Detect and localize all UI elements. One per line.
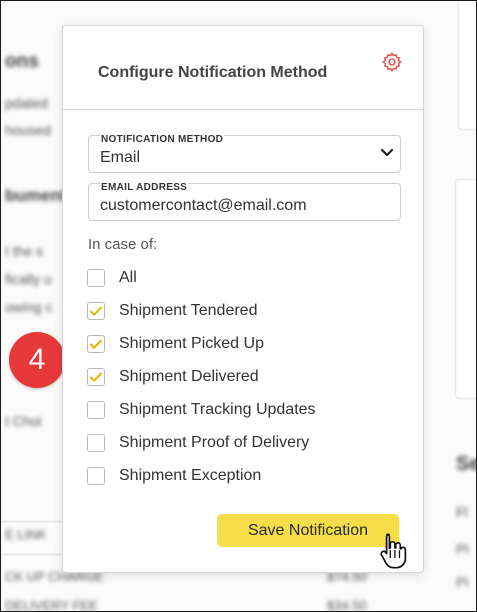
notification-method-label: NOTIFICATION METHOD	[100, 134, 225, 145]
background-text: I the s	[5, 243, 44, 259]
app-frame: ons pdated housed bument I the s fically…	[0, 0, 477, 612]
option-all[interactable]: All	[87, 267, 137, 289]
background-divider	[1, 521, 63, 522]
background-text: Pl	[456, 541, 469, 557]
option-shipment-exception[interactable]: Shipment Exception	[87, 465, 261, 487]
email-address-value: customercontact@email.com	[100, 197, 307, 214]
step-number: 4	[28, 343, 46, 376]
option-label: Shipment Tendered	[119, 302, 258, 319]
checkmark-icon	[90, 339, 102, 349]
background-text: ons	[5, 51, 39, 72]
background-text: pdated	[5, 95, 48, 111]
option-label: Shipment Tracking Updates	[119, 401, 316, 418]
checkbox[interactable]	[87, 401, 105, 419]
background-text: t Choi	[5, 413, 42, 429]
modal-title: Configure Notification Method	[98, 64, 328, 81]
background-text: owing c	[5, 299, 53, 315]
checkmark-icon	[90, 372, 102, 382]
option-label: Shipment Picked Up	[119, 335, 264, 352]
email-address-field[interactable]: EMAIL ADDRESS customercontact@email.com	[88, 182, 401, 221]
option-shipment-tracking-updates[interactable]: Shipment Tracking Updates	[87, 399, 316, 421]
background-text: Pi	[456, 574, 469, 590]
notification-method-select[interactable]: NOTIFICATION METHOD Email	[88, 134, 401, 173]
checkbox-checked[interactable]	[87, 302, 105, 320]
option-shipment-proof-of-delivery[interactable]: Shipment Proof of Delivery	[87, 432, 309, 454]
background-divider	[1, 554, 63, 555]
background-text: housed	[5, 122, 51, 138]
background-text: $34.50	[327, 598, 367, 612]
configure-notification-modal: Configure Notification Method NOTIFICATI…	[62, 25, 424, 573]
step-number-badge: 4	[9, 332, 65, 388]
save-notification-button[interactable]: Save Notification	[217, 514, 399, 547]
background-text: fically u	[5, 271, 52, 287]
checkbox-checked[interactable]	[87, 368, 105, 386]
checkbox[interactable]	[87, 467, 105, 485]
background-text: Se	[456, 453, 476, 475]
background-text: bument	[5, 186, 67, 205]
in-case-of-label: In case of:	[88, 236, 158, 253]
option-label: Shipment Proof of Delivery	[119, 434, 310, 451]
checkbox[interactable]	[87, 434, 105, 452]
option-label: Shipment Delivered	[119, 368, 259, 385]
checkbox[interactable]	[87, 269, 105, 287]
background-card-right	[455, 179, 476, 399]
background-text: E LINK	[5, 527, 47, 542]
hand-pointer-cursor-icon	[380, 533, 407, 569]
option-shipment-tendered[interactable]: Shipment Tendered	[87, 300, 257, 322]
notification-method-value: Email	[100, 149, 141, 166]
checkmark-icon	[90, 306, 102, 316]
gear-icon[interactable]	[381, 51, 403, 73]
background-text: Fl	[456, 504, 468, 520]
checkbox-checked[interactable]	[87, 335, 105, 353]
option-shipment-picked-up[interactable]: Shipment Picked Up	[87, 333, 264, 355]
background-text: DELIVERY FEE	[5, 598, 98, 612]
option-label: Shipment Exception	[119, 467, 262, 484]
option-shipment-delivered[interactable]: Shipment Delivered	[87, 366, 259, 388]
option-label: All	[119, 269, 137, 286]
background-card-top-right	[458, 1, 476, 130]
chevron-down-icon	[380, 148, 394, 157]
email-address-label: EMAIL ADDRESS	[100, 182, 189, 193]
modal-header: Configure Notification Method	[63, 26, 423, 110]
